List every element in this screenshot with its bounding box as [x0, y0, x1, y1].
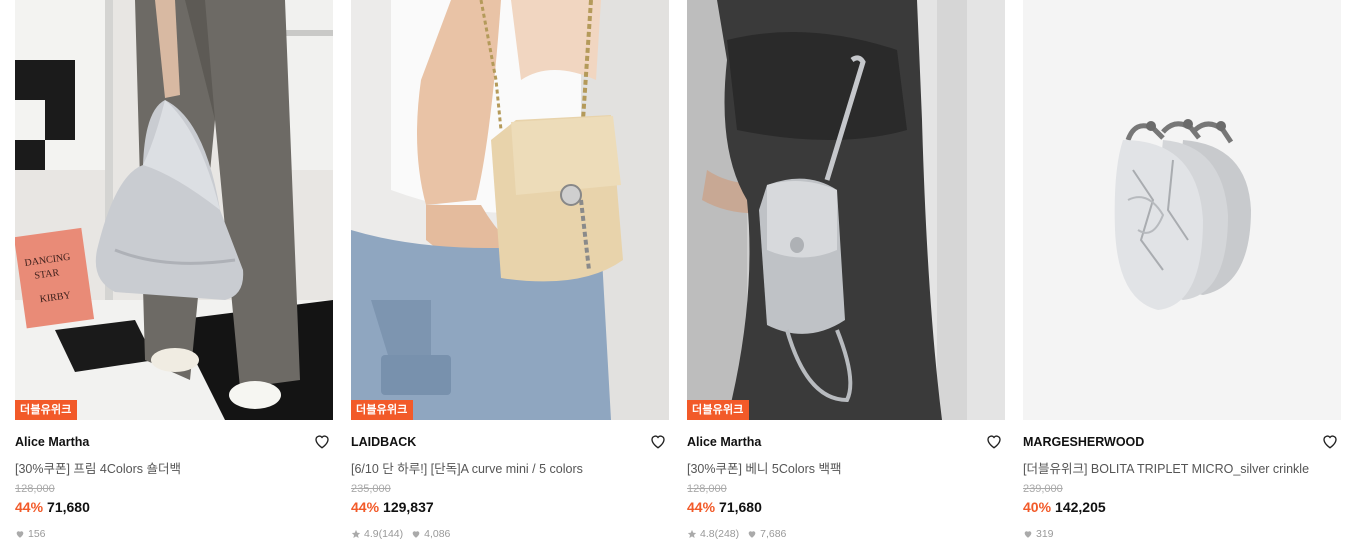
product-image[interactable]: 더블유위크 [687, 0, 1005, 420]
rating-value: 4.8 [700, 528, 715, 540]
rating: 4.8 (248) [687, 528, 739, 540]
brand-name[interactable]: Alice Martha [15, 435, 89, 449]
price-row: 40% 142,205 [1023, 499, 1106, 515]
original-price: 128,000 [15, 483, 55, 495]
price-row: 44% 71,680 [687, 499, 762, 515]
heart-small-icon [1024, 531, 1032, 538]
brand-name[interactable]: LAIDBACK [351, 435, 416, 449]
heart-small-icon [412, 531, 420, 538]
discount-rate: 44% [351, 499, 380, 515]
star-icon [687, 529, 697, 538]
product-title[interactable]: [30%쿠폰] 프림 4Colors 숄더백 [15, 458, 315, 477]
like-count: 4,086 [424, 528, 451, 540]
original-price: 128,000 [687, 483, 727, 495]
price-row: 44% 129,837 [351, 499, 434, 515]
review-count: (248) [714, 528, 740, 540]
product-card[interactable]: 더블유위크 Alice Martha [30%쿠폰] 베니 5Colors 백팩… [687, 0, 1005, 551]
sale-price: 71,680 [47, 499, 90, 515]
heart-small-icon [748, 531, 756, 538]
product-image[interactable]: 더블유위크 [351, 0, 669, 420]
product-meta: 156 [15, 528, 54, 540]
discount-rate: 40% [1023, 499, 1052, 515]
sale-price: 71,680 [719, 499, 762, 515]
likes: 7,686 [747, 528, 786, 540]
product-photo: DANCING STAR KIRBY [15, 0, 333, 420]
sale-price: 129,837 [383, 499, 434, 515]
original-price: 239,000 [1023, 483, 1063, 495]
rating: 4.9 (144) [351, 528, 403, 540]
product-title[interactable]: [30%쿠폰] 베니 5Colors 백팩 [687, 458, 987, 477]
heart-icon[interactable] [649, 432, 667, 450]
heart-icon[interactable] [985, 432, 1003, 450]
star-icon [351, 529, 361, 538]
likes: 156 [15, 528, 46, 540]
like-count: 156 [28, 528, 46, 540]
event-badge: 더블유위크 [15, 400, 77, 420]
heart-small-icon [16, 531, 24, 538]
product-grid: DANCING STAR KIRBY 더블유위크 Alice Martha [3… [0, 0, 1345, 551]
heart-icon[interactable] [1321, 432, 1339, 450]
original-price: 235,000 [351, 483, 391, 495]
review-count: (144) [378, 528, 404, 540]
product-title[interactable]: [더블유위크] BOLITA TRIPLET MICRO_silver crin… [1023, 458, 1323, 477]
event-badge: 더블유위크 [687, 400, 749, 420]
price-row: 44% 71,680 [15, 499, 90, 515]
likes: 4,086 [411, 528, 450, 540]
heart-icon[interactable] [313, 432, 331, 450]
product-meta: 319 [1023, 528, 1062, 540]
product-photo [687, 0, 1005, 420]
discount-rate: 44% [15, 499, 44, 515]
like-count: 319 [1036, 528, 1054, 540]
like-count: 7,686 [760, 528, 787, 540]
product-image[interactable] [1023, 0, 1341, 420]
likes: 319 [1023, 528, 1054, 540]
product-image[interactable]: DANCING STAR KIRBY 더블유위크 [15, 0, 333, 420]
rating-value: 4.9 [364, 528, 379, 540]
product-card[interactable]: MARGESHERWOOD [더블유위크] BOLITA TRIPLET MIC… [1023, 0, 1341, 551]
discount-rate: 44% [687, 499, 716, 515]
brand-name[interactable]: Alice Martha [687, 435, 761, 449]
product-photo [1023, 0, 1341, 420]
event-badge: 더블유위크 [351, 400, 413, 420]
product-title[interactable]: [6/10 단 하루!] [단독]A curve mini / 5 colors [351, 458, 651, 477]
sale-price: 142,205 [1055, 499, 1106, 515]
product-card[interactable]: DANCING STAR KIRBY 더블유위크 Alice Martha [3… [15, 0, 333, 551]
product-card[interactable]: 더블유위크 LAIDBACK [6/10 단 하루!] [단독]A curve … [351, 0, 669, 551]
product-photo [351, 0, 669, 420]
product-meta: 4.8 (248) 7,686 [687, 528, 794, 540]
product-meta: 4.9 (144) 4,086 [351, 528, 458, 540]
brand-name[interactable]: MARGESHERWOOD [1023, 435, 1144, 449]
